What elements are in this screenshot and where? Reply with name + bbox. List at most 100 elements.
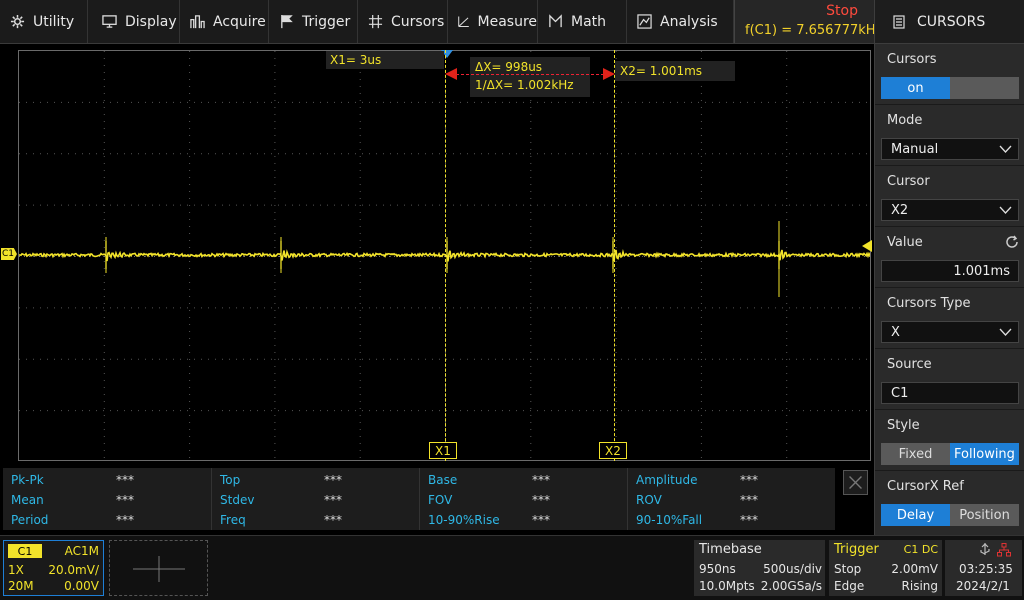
menu-utility[interactable]: Utility: [0, 0, 88, 43]
cursorx-ref-section: CursorX Ref Delay Position: [875, 471, 1024, 535]
menu-display-label: Display: [125, 13, 177, 30]
mode-label: Mode: [887, 113, 923, 128]
channel-1-box[interactable]: C1 AC1M 1X 20.0mV/ 20M 0.00V: [3, 540, 104, 596]
source-section: Source C1: [875, 349, 1024, 410]
menu-analysis-label: Analysis: [660, 13, 718, 30]
measure-rise-label[interactable]: 10-90%Rise: [428, 513, 500, 527]
ref-position-option[interactable]: Position: [950, 504, 1019, 526]
mode-section: Mode Manual: [875, 105, 1024, 166]
cursor-x1-line[interactable]: [445, 50, 446, 461]
cursors-type-value: X: [891, 324, 900, 340]
close-measure-icon[interactable]: [843, 470, 868, 495]
cursors-off-option[interactable]: [950, 77, 1019, 99]
menu-display[interactable]: Display: [88, 0, 180, 43]
measure-pk-pk-label[interactable]: Pk-Pk: [11, 473, 44, 487]
cursors-type-dropdown[interactable]: X: [881, 321, 1019, 343]
trigger-source: C1 DC: [903, 543, 938, 556]
cursorx-ref-toggle[interactable]: Delay Position: [881, 504, 1019, 526]
source-label: Source: [887, 357, 932, 372]
trigger-state: Stop: [834, 562, 862, 576]
measure-base-label[interactable]: Base: [428, 473, 457, 487]
measure-fall-value: ***: [740, 513, 758, 527]
trigger-box[interactable]: Trigger C1 DC Stop 2.00mV Edge Rising: [829, 540, 942, 596]
menu-measure[interactable]: Measure: [448, 0, 538, 43]
crosshair-icon: [368, 14, 383, 29]
timebase-label: Timebase: [699, 542, 762, 557]
add-channel-button[interactable]: [109, 540, 208, 596]
measure-freq-label[interactable]: Freq: [220, 513, 246, 527]
measure-rov-label[interactable]: ROV: [636, 493, 662, 507]
delta-readout: ΔX= 998us 1/ΔX= 1.002kHz: [470, 57, 590, 97]
channel-probe: 1X: [8, 563, 24, 577]
cursor-x1-tag[interactable]: X1: [429, 442, 457, 459]
cursor-dropdown[interactable]: X2: [881, 199, 1019, 221]
refresh-icon[interactable]: [1005, 235, 1019, 249]
measure-divider: [211, 468, 212, 530]
inverse-delta-x-value: 1/ΔX= 1.002kHz: [475, 78, 574, 92]
style-toggle[interactable]: Fixed Following: [881, 443, 1019, 465]
measure-mean-label[interactable]: Mean: [11, 493, 44, 507]
value-label: Value: [887, 235, 923, 250]
measure-fov-label[interactable]: FOV: [428, 493, 452, 507]
measure-pk-pk-value: ***: [116, 473, 134, 487]
measure-amplitude-value: ***: [740, 473, 758, 487]
chevron-down-icon: [999, 145, 1012, 153]
ref-delay-option[interactable]: Delay: [881, 504, 950, 526]
x2-readout: X2= 1.001ms: [615, 61, 735, 81]
list-icon: [893, 14, 905, 29]
flag-icon: [281, 14, 293, 29]
cursors-section: Cursors on: [875, 44, 1024, 105]
channel-coupling: AC1M: [64, 544, 99, 558]
measure-divider: [419, 468, 420, 530]
cursor-x2-tag[interactable]: X2: [599, 442, 627, 459]
measure-mean-value: ***: [116, 493, 134, 507]
measure-stdev-value: ***: [324, 493, 342, 507]
measure-top-label[interactable]: Top: [220, 473, 240, 487]
value-input[interactable]: 1.001ms: [881, 260, 1019, 282]
measure-period-label[interactable]: Period: [11, 513, 48, 527]
timebase-scale: 500us/div: [763, 562, 822, 576]
channel-1-tag: C1: [8, 544, 42, 558]
menu-trigger-label: Trigger: [302, 13, 351, 30]
ruler-icon: [458, 16, 469, 28]
panel-header: CURSORS: [875, 0, 1024, 44]
arrow-right-icon: [603, 68, 615, 80]
measure-divider: [627, 468, 628, 530]
measure-rov-value: ***: [740, 493, 758, 507]
trigger-label: Trigger: [834, 542, 879, 557]
menu-math[interactable]: Math: [538, 0, 627, 43]
menu-measure-label: Measure: [477, 13, 538, 30]
source-selector[interactable]: C1: [881, 382, 1019, 404]
menu-cursors[interactable]: Cursors: [358, 0, 448, 43]
menu-acquire[interactable]: Acquire: [180, 0, 269, 43]
monitor-icon: [102, 15, 117, 28]
cursor-section: Cursor X2: [875, 166, 1024, 227]
usb-icon: [980, 543, 990, 555]
analysis-icon: [637, 14, 652, 29]
run-status[interactable]: Stop: [826, 3, 858, 19]
style-following-option[interactable]: Following: [950, 443, 1019, 465]
network-icon: [997, 543, 1011, 557]
value-value: 1.001ms: [953, 263, 1010, 279]
measure-base-value: ***: [532, 473, 550, 487]
plus-icon: [133, 556, 185, 582]
cursors-toggle[interactable]: on: [881, 77, 1019, 99]
style-fixed-option[interactable]: Fixed: [881, 443, 950, 465]
trigger-level-marker[interactable]: [862, 240, 872, 252]
clock-box: 03:25:35 2024/2/1: [945, 540, 1022, 596]
menu-math-label: Math: [571, 13, 607, 30]
channel-offset-marker[interactable]: C1: [1, 248, 17, 260]
mode-dropdown[interactable]: Manual: [881, 138, 1019, 160]
measure-stdev-label[interactable]: Stdev: [220, 493, 254, 507]
menu-utility-label: Utility: [33, 13, 75, 30]
cursors-on-option[interactable]: on: [881, 77, 950, 99]
channel-bandwidth: 20M: [8, 579, 34, 593]
cursor-x2-line[interactable]: [614, 50, 615, 461]
menu-analysis[interactable]: Analysis: [627, 0, 734, 43]
timebase-box[interactable]: Timebase 950ns 500us/div 10.0Mpts 2.00GS…: [694, 540, 825, 596]
menu-trigger[interactable]: Trigger: [269, 0, 358, 43]
cursor-value: X2: [891, 202, 909, 218]
measure-amplitude-label[interactable]: Amplitude: [636, 473, 698, 487]
cursor-label: Cursor: [887, 174, 930, 189]
measure-fall-label[interactable]: 90-10%Fall: [636, 513, 702, 527]
